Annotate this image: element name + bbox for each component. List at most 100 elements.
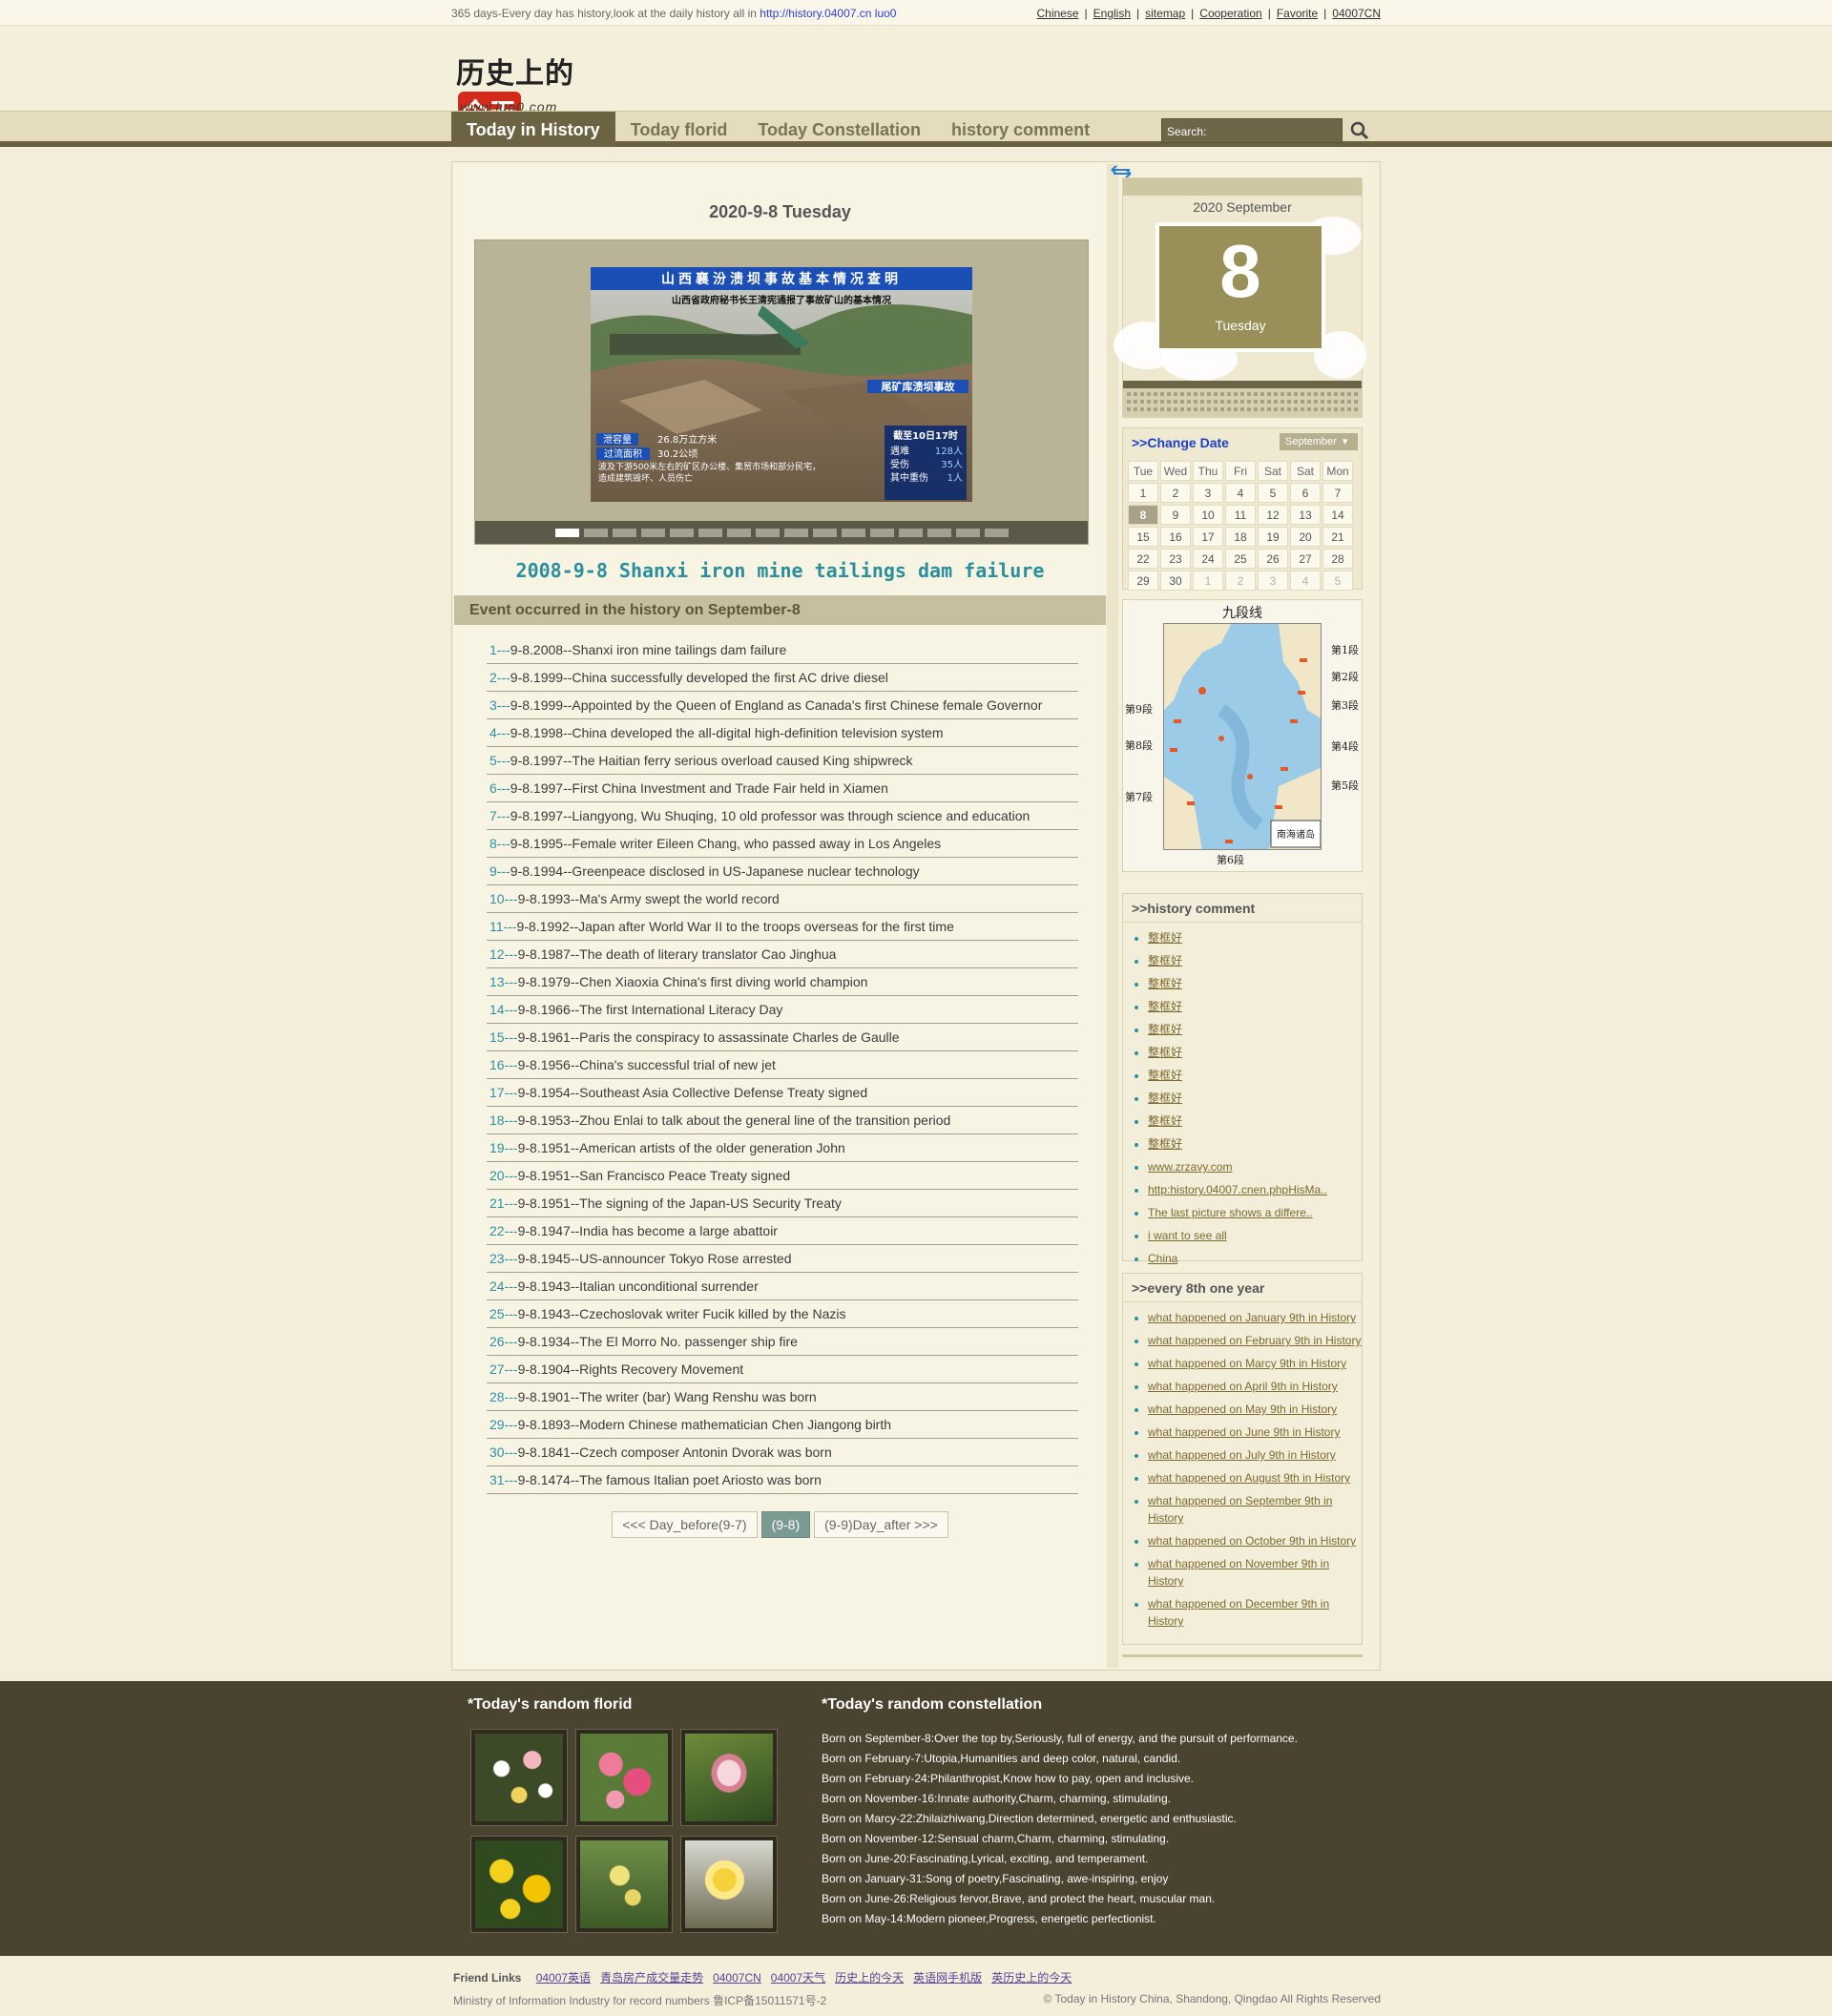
nav-history-comment[interactable]: history comment — [936, 112, 1105, 147]
calendar-day[interactable]: 2 — [1160, 483, 1191, 503]
friend-link[interactable]: 04007天气 — [771, 1971, 825, 1985]
slider-dot[interactable] — [641, 529, 665, 537]
comment-link[interactable]: The last picture shows a differe.. — [1148, 1206, 1313, 1219]
friend-link[interactable]: 青岛房产成交量走势 — [600, 1971, 703, 1985]
calendar-day[interactable]: 28 — [1322, 549, 1353, 569]
month-history-link[interactable]: what happened on October 9th in History — [1148, 1534, 1356, 1548]
comment-link[interactable]: 整框好 — [1148, 931, 1182, 945]
next-day-button[interactable]: (9-9)Day_after >>> — [814, 1511, 948, 1538]
friend-link[interactable]: 英历史上的今天 — [991, 1971, 1072, 1985]
flower-thumb[interactable] — [575, 1729, 673, 1826]
month-history-link[interactable]: what happened on February 9th in History — [1148, 1334, 1361, 1347]
calendar-day[interactable]: 15 — [1128, 527, 1158, 547]
slider-dot[interactable] — [784, 529, 808, 537]
current-day-button[interactable]: (9-8) — [760, 1511, 811, 1538]
calendar-day[interactable]: 26 — [1258, 549, 1288, 569]
comment-link[interactable]: www.zrzavy.com — [1148, 1160, 1232, 1174]
comment-link[interactable]: 整框好 — [1148, 1000, 1182, 1013]
link-english[interactable]: English — [1093, 7, 1131, 20]
slider-dot[interactable] — [870, 529, 894, 537]
slider-dot[interactable] — [985, 529, 1009, 537]
month-history-link[interactable]: what happened on Marcy 9th in History — [1148, 1357, 1346, 1370]
flower-thumb[interactable] — [470, 1729, 568, 1826]
event-item[interactable]: 1---9-8.2008--Shanxi iron mine tailings … — [487, 636, 1078, 664]
event-item[interactable]: 4---9-8.1998--China developed the all-di… — [487, 719, 1078, 747]
calendar-day[interactable]: 4 — [1225, 483, 1256, 503]
calendar-day[interactable]: 5 — [1322, 571, 1353, 591]
comment-link[interactable]: China — [1148, 1252, 1177, 1265]
month-history-link[interactable]: what happened on August 9th in History — [1148, 1471, 1350, 1485]
event-item[interactable]: 14---9-8.1966--The first International L… — [487, 996, 1078, 1024]
nav-today-florid[interactable]: Today florid — [615, 112, 743, 147]
calendar-day[interactable]: 30 — [1160, 571, 1191, 591]
slider-dot[interactable] — [613, 529, 636, 537]
calendar-day[interactable]: 9 — [1160, 505, 1191, 525]
calendar-day[interactable]: 24 — [1193, 549, 1223, 569]
constellation-item[interactable]: Born on Marcy-22:Zhilaizhiwang,Direction… — [822, 1809, 1356, 1829]
calendar-day[interactable]: 29 — [1128, 571, 1158, 591]
slider-dot[interactable] — [698, 529, 722, 537]
constellation-item[interactable]: Born on February-7:Utopia,Humanities and… — [822, 1749, 1356, 1769]
event-item[interactable]: 28---9-8.1901--The writer (bar) Wang Ren… — [487, 1383, 1078, 1411]
calendar-day[interactable]: 11 — [1225, 505, 1256, 525]
event-item[interactable]: 23---9-8.1945--US-announcer Tokyo Rose a… — [487, 1245, 1078, 1273]
friend-link[interactable]: 04007英语 — [536, 1971, 591, 1985]
calendar-day[interactable]: 22 — [1128, 549, 1158, 569]
calendar-day[interactable]: 1 — [1193, 571, 1223, 591]
calendar-day[interactable]: 3 — [1193, 483, 1223, 503]
event-item[interactable]: 17---9-8.1954--Southeast Asia Collective… — [487, 1079, 1078, 1107]
slider-dot[interactable] — [899, 529, 923, 537]
comment-link[interactable]: 整框好 — [1148, 1069, 1182, 1082]
month-history-link[interactable]: what happened on July 9th in History — [1148, 1448, 1336, 1462]
event-item[interactable]: 16---9-8.1956--China's successful trial … — [487, 1051, 1078, 1079]
calendar-day[interactable]: 5 — [1258, 483, 1288, 503]
month-history-link[interactable]: what happened on December 9th in History — [1148, 1597, 1329, 1628]
calendar-day-selected[interactable]: 8 — [1128, 505, 1158, 525]
constellation-item[interactable]: Born on September-8:Over the top by,Seri… — [822, 1729, 1356, 1749]
event-item[interactable]: 2---9-8.1999--China successfully develop… — [487, 664, 1078, 692]
link-cooperation[interactable]: Cooperation — [1199, 7, 1261, 20]
calendar-day[interactable]: 25 — [1225, 549, 1256, 569]
search-input[interactable] — [1208, 122, 1338, 139]
link-favorite[interactable]: Favorite — [1277, 7, 1318, 20]
constellation-item[interactable]: Born on November-16:Innate authority,Cha… — [822, 1789, 1356, 1809]
slider-dot[interactable] — [727, 529, 751, 537]
event-item[interactable]: 24---9-8.1943--Italian unconditional sur… — [487, 1273, 1078, 1300]
slider-dot[interactable] — [584, 529, 608, 537]
calendar-day[interactable]: 18 — [1225, 527, 1256, 547]
calendar-day[interactable]: 3 — [1258, 571, 1288, 591]
link-04007cn[interactable]: 04007CN — [1332, 7, 1381, 20]
comment-link[interactable]: 整框好 — [1148, 1046, 1182, 1059]
friend-link[interactable]: 历史上的今天 — [835, 1971, 904, 1985]
event-item[interactable]: 9---9-8.1994--Greenpeace disclosed in US… — [487, 858, 1078, 885]
comment-link[interactable]: 整框好 — [1148, 1114, 1182, 1128]
event-item[interactable]: 21---9-8.1951--The signing of the Japan-… — [487, 1190, 1078, 1217]
calendar-day[interactable]: 19 — [1258, 527, 1288, 547]
link-chinese[interactable]: Chinese — [1037, 7, 1079, 20]
nav-today-constellation[interactable]: Today Constellation — [742, 112, 936, 147]
flower-thumb[interactable] — [680, 1729, 778, 1826]
event-item[interactable]: 12---9-8.1987--The death of literary tra… — [487, 941, 1078, 968]
event-item[interactable]: 27---9-8.1904--Rights Recovery Movement — [487, 1356, 1078, 1383]
comment-link[interactable]: i want to see all — [1148, 1229, 1227, 1242]
calendar-day[interactable]: 1 — [1128, 483, 1158, 503]
event-item[interactable]: 13---9-8.1979--Chen Xiaoxia China's firs… — [487, 968, 1078, 996]
event-item[interactable]: 10---9-8.1993--Ma's Army swept the world… — [487, 885, 1078, 913]
flower-thumb[interactable] — [470, 1836, 568, 1933]
comment-link[interactable]: http:history.04007.cnen.phpHisMa.. — [1148, 1183, 1327, 1196]
link-sitemap[interactable]: sitemap — [1145, 7, 1185, 20]
month-history-link[interactable]: what happened on September 9th in Histor… — [1148, 1494, 1332, 1525]
comment-link[interactable]: 整框好 — [1148, 954, 1182, 967]
constellation-item[interactable]: Born on November-12:Sensual charm,Charm,… — [822, 1829, 1356, 1849]
prev-day-button[interactable]: <<< Day_before(9-7) — [612, 1511, 758, 1538]
constellation-item[interactable]: Born on February-24:Philanthropist,Know … — [822, 1769, 1356, 1789]
calendar-day[interactable]: 6 — [1290, 483, 1321, 503]
constellation-item[interactable]: Born on January-31:Song of poetry,Fascin… — [822, 1869, 1356, 1889]
month-history-link[interactable]: what happened on April 9th in History — [1148, 1380, 1338, 1393]
slider-dot[interactable] — [927, 529, 951, 537]
slider-dot[interactable] — [555, 529, 579, 537]
month-select[interactable]: September ▾ — [1280, 433, 1358, 450]
event-item[interactable]: 18---9-8.1953--Zhou Enlai to talk about … — [487, 1107, 1078, 1134]
calendar-day[interactable]: 21 — [1322, 527, 1353, 547]
tagline-link[interactable]: http://history.04007.cn luo0 — [760, 7, 896, 20]
